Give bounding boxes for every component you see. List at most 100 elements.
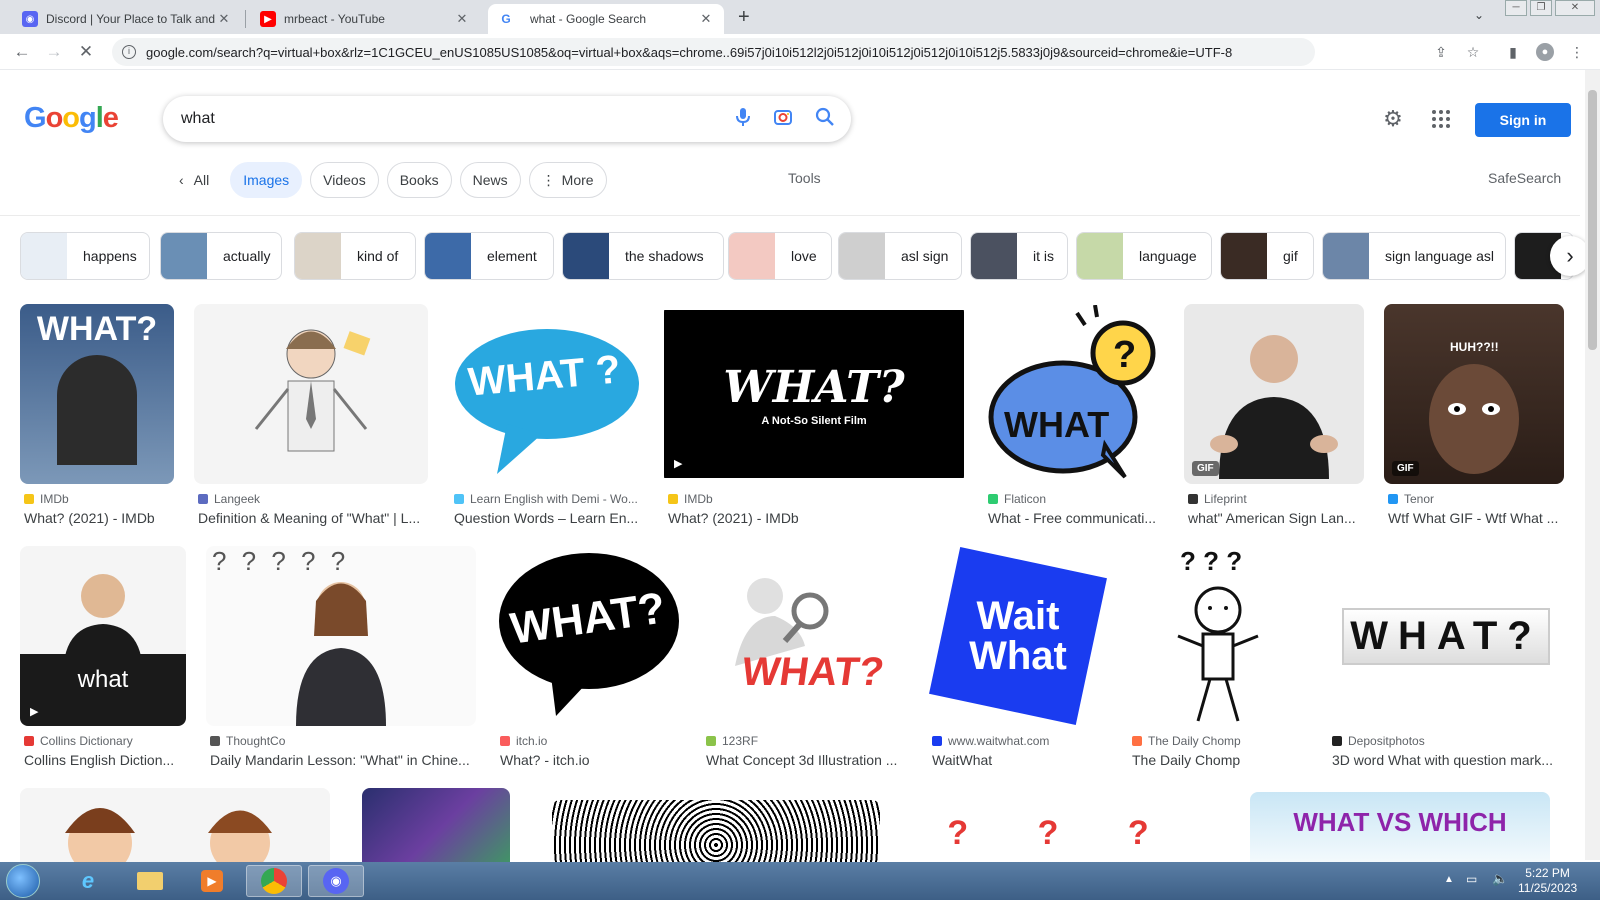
related-chip[interactable]: it is: [970, 232, 1068, 280]
sign-in-button[interactable]: Sign in: [1475, 103, 1571, 137]
forward-icon[interactable]: →: [42, 40, 66, 64]
result-image[interactable]: HUH??!! GIF: [1384, 304, 1564, 484]
discord-taskbar-icon[interactable]: ◉: [308, 865, 364, 897]
result-source[interactable]: IMDb: [24, 492, 69, 506]
filter-videos[interactable]: Videos: [310, 162, 379, 198]
page-scrollbar[interactable]: [1585, 70, 1600, 860]
result-title[interactable]: WaitWhat: [932, 752, 1112, 768]
system-clock[interactable]: 5:22 PM 11/25/2023: [1518, 866, 1577, 896]
image-result[interactable]: WHAT VS WHICH: [1250, 792, 1552, 862]
related-chip[interactable]: sign language asl: [1322, 232, 1506, 280]
related-chip[interactable]: kind of: [294, 232, 416, 280]
result-image[interactable]: [194, 304, 428, 484]
tab-google-search[interactable]: G what - Google Search ✕: [488, 4, 724, 34]
result-source[interactable]: Flaticon: [988, 492, 1046, 506]
result-source[interactable]: www.waitwhat.com: [932, 734, 1049, 748]
minimize-icon[interactable]: ─: [1505, 0, 1527, 16]
result-title[interactable]: Wtf What GIF - Wtf What ...: [1388, 510, 1568, 526]
result-source[interactable]: IMDb: [668, 492, 713, 506]
tray-expand-icon[interactable]: ▲: [1444, 874, 1454, 885]
result-source[interactable]: 123RF: [706, 734, 758, 748]
safesearch-button[interactable]: SafeSearch: [1488, 170, 1561, 186]
share-icon[interactable]: ⇪: [1432, 43, 1450, 61]
google-logo[interactable]: Google: [24, 102, 119, 135]
bookmark-star-icon[interactable]: ☆: [1464, 43, 1482, 61]
profile-avatar-icon[interactable]: ●: [1536, 43, 1554, 61]
result-source[interactable]: Depositphotos: [1332, 734, 1425, 748]
result-image[interactable]: [20, 788, 330, 862]
result-title[interactable]: Collins English Diction...: [24, 752, 190, 768]
related-chip[interactable]: actually: [160, 232, 282, 280]
chevron-right-icon[interactable]: ›: [1550, 236, 1590, 276]
result-title[interactable]: 3D word What with question mark...: [1332, 752, 1568, 768]
related-chip[interactable]: asl sign: [838, 232, 962, 280]
result-image[interactable]: GIF: [1184, 304, 1364, 484]
result-source[interactable]: Langeek: [198, 492, 260, 506]
window-close-icon[interactable]: ✕: [1555, 0, 1595, 16]
microphone-icon[interactable]: [731, 107, 755, 131]
result-title[interactable]: What? (2021) - IMDb: [24, 510, 178, 526]
result-title[interactable]: The Daily Chomp: [1132, 752, 1312, 768]
scrollbar-thumb[interactable]: [1588, 90, 1597, 350]
close-icon[interactable]: ✕: [216, 11, 232, 27]
result-image[interactable]: WHAT?: [496, 546, 682, 726]
back-icon[interactable]: ←: [10, 40, 34, 64]
filter-more[interactable]: ⋮ More: [528, 162, 607, 198]
result-image[interactable]: WHAT? A Not-So Silent Film ▶: [664, 304, 964, 484]
result-image[interactable]: ? ? ?: [1128, 546, 1308, 726]
result-image[interactable]: WHAT?: [1328, 546, 1564, 726]
related-chip[interactable]: language: [1076, 232, 1212, 280]
close-icon[interactable]: ✕: [698, 11, 714, 27]
result-title[interactable]: Definition & Meaning of "What" | L...: [198, 510, 432, 526]
file-explorer-icon[interactable]: [122, 865, 178, 897]
new-tab-icon[interactable]: +: [738, 6, 750, 29]
image-result[interactable]: HUH??!! GIF Tenor Wtf What GIF - Wtf Wha…: [1384, 304, 1568, 526]
image-result[interactable]: WHAT? IMDb What? (2021) - IMDb: [20, 304, 178, 526]
side-panel-icon[interactable]: ▮: [1504, 43, 1522, 61]
stop-loading-icon[interactable]: ✕: [74, 40, 98, 64]
image-result[interactable]: ? ? ? ? ? ThoughtCo Daily Mandarin Lesso…: [206, 546, 480, 768]
result-image[interactable]: what ▶: [20, 546, 186, 726]
related-chip[interactable]: the shadows: [562, 232, 724, 280]
image-result[interactable]: ? WHAT Flaticon What - Free communicati.…: [984, 304, 1168, 526]
image-result[interactable]: what ▶ Collins Dictionary Collins Englis…: [20, 546, 190, 768]
result-source[interactable]: itch.io: [500, 734, 547, 748]
tools-button[interactable]: Tools: [788, 170, 821, 186]
internet-explorer-icon[interactable]: e: [60, 865, 116, 897]
search-input[interactable]: [181, 108, 701, 130]
result-title[interactable]: What? (2021) - IMDb: [668, 510, 968, 526]
lens-camera-icon[interactable]: [771, 107, 795, 131]
result-source[interactable]: Lifeprint: [1188, 492, 1247, 506]
image-result[interactable]: GIF Lifeprint what" American Sign Lan...: [1184, 304, 1368, 526]
network-icon[interactable]: ▭: [1466, 872, 1477, 886]
result-image[interactable]: WHAT?: [702, 546, 908, 726]
filter-news[interactable]: News: [459, 162, 521, 198]
related-chip[interactable]: gif: [1220, 232, 1314, 280]
search-icon[interactable]: [813, 107, 837, 131]
image-result[interactable]: Wait What www.waitwhat.com WaitWhat: [928, 546, 1112, 768]
image-result[interactable]: Langeek Definition & Meaning of "What" |…: [194, 304, 434, 526]
related-chip[interactable]: element: [424, 232, 554, 280]
result-image[interactable]: WHAT?: [20, 304, 174, 484]
image-result[interactable]: [20, 788, 332, 862]
result-title[interactable]: what" American Sign Lan...: [1188, 510, 1368, 526]
result-title[interactable]: Daily Mandarin Lesson: "What" in Chine..…: [210, 752, 480, 768]
start-button-icon[interactable]: [6, 864, 40, 898]
restore-icon[interactable]: ❐: [1530, 0, 1552, 16]
tab-youtube[interactable]: ▶ mrbeact - YouTube ✕: [250, 4, 480, 34]
result-image[interactable]: [552, 800, 880, 862]
result-title[interactable]: What - Free communicati...: [988, 510, 1168, 526]
result-title[interactable]: What Concept 3d Illustration ...: [706, 752, 912, 768]
result-source[interactable]: Collins Dictionary: [24, 734, 133, 748]
volume-muted-icon[interactable]: 🔈: [1492, 871, 1508, 887]
result-source[interactable]: ThoughtCo: [210, 734, 285, 748]
image-result[interactable]: [552, 800, 882, 862]
site-info-icon[interactable]: i: [122, 45, 136, 59]
image-result[interactable]: WHAT? itch.io What? - itch.io: [496, 546, 686, 768]
result-image[interactable]: ? ? ? ? ?: [206, 546, 476, 726]
result-title[interactable]: What? - itch.io: [500, 752, 686, 768]
result-source[interactable]: The Daily Chomp: [1132, 734, 1241, 748]
filter-books[interactable]: Books: [386, 162, 452, 198]
related-chip[interactable]: happens: [20, 232, 150, 280]
close-icon[interactable]: ✕: [454, 11, 470, 27]
